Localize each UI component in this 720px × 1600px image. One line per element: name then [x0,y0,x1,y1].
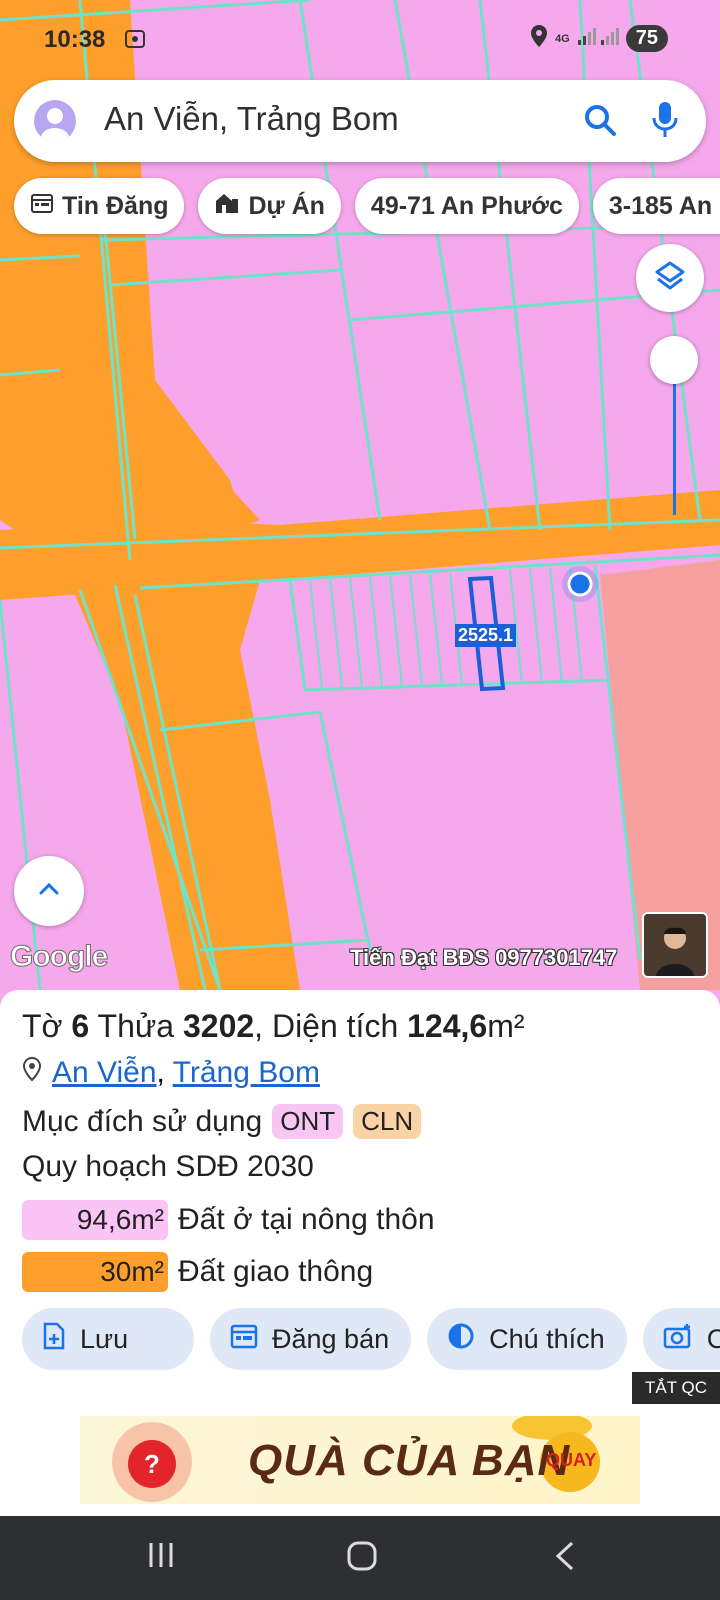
action-label: Đăng bán [272,1323,390,1354]
recent-apps-button[interactable] [146,1540,176,1575]
screen-record-icon [124,28,146,55]
chip-address-2[interactable]: 3-185 An P [592,178,720,234]
clock: 10:38 [44,26,106,53]
expand-panel-button[interactable] [14,856,84,926]
legend-label: Đất giao thông [178,1255,374,1288]
building-icon [214,191,240,222]
agent-photo[interactable] [642,912,708,978]
parcel-title: Tờ 6 Thửa 3202, Diện tích 124,6m² [22,1008,525,1045]
layers-icon [654,260,686,297]
legend-swatch-value: 30m² [22,1252,168,1292]
current-location-dot [567,571,593,597]
chip-address-1[interactable]: 49-71 An Phước [354,178,579,234]
action-label: Chú thích [489,1323,605,1354]
search-bar[interactable]: An Viễn, Trảng Bom [14,80,706,162]
action-buttons: Lưu Đăng bán Chú thích C [22,1308,720,1370]
search-input[interactable]: An Viễn, Trảng Bom [104,100,399,138]
network-type: 4G [555,32,570,45]
chip-label: Tin Đăng [62,191,169,220]
status-bar: 10:38 4G 75 [0,0,720,78]
battery-indicator: 75 [625,25,668,52]
google-attribution: Google [9,940,108,974]
opacity-slider-thumb[interactable] [650,336,698,384]
save-icon [42,1322,66,1357]
chip-label: Dự Án [248,191,325,220]
title-prefix: Tờ [22,1008,63,1044]
search-icon[interactable] [582,102,618,143]
back-button[interactable] [552,1540,578,1577]
filter-chips: Tin Đăng Dự Án 49-71 An Phước 3-185 An P [14,178,720,234]
action-label: Lưu [80,1323,129,1354]
action-label: C [706,1323,720,1354]
camera-button[interactable]: C [642,1308,720,1370]
svg-text:?: ? [144,1449,160,1479]
legend-button[interactable]: Chú thích [427,1308,627,1370]
ad-badge: QUAY [546,1450,597,1470]
purpose-tag-cln: CLN [353,1104,422,1139]
save-button[interactable]: Lưu [22,1308,194,1370]
chip-du-an[interactable]: Dự Án [198,178,341,234]
agent-watermark: Tiến Đạt BĐS 0977301747 [350,945,618,970]
system-nav-bar [0,1516,720,1600]
ad-text: QUÀ CỦA BẠN [248,1436,571,1485]
mic-icon[interactable] [650,100,680,145]
chip-label: 49-71 An Phước [370,191,563,220]
location-separator: , [156,1056,165,1089]
post-for-sale-button[interactable]: Đăng bán [210,1308,412,1370]
purpose-tag-ont: ONT [272,1104,344,1139]
legend-label: Đất ở tại nông thôn [178,1203,435,1236]
contrast-icon [447,1322,475,1357]
camera-icon [663,1322,693,1357]
area-label: , Diện tích [254,1008,399,1044]
chevron-up-icon [37,881,61,902]
title-mid: Thửa [97,1008,175,1044]
home-button[interactable] [346,1540,378,1577]
district-link[interactable]: Trảng Bom [173,1056,320,1089]
layers-button[interactable] [636,244,704,312]
chip-label: 3-185 An P [608,191,720,220]
sheet-number: 6 [71,1008,90,1044]
purpose-label: Mục đích sử dụng [22,1104,263,1138]
legend-row-transport: 30m² Đất giao thông [22,1252,373,1292]
plot-number-label: 2525.1 [455,624,517,647]
plan-label: Quy hoạch SDĐ 2030 [22,1150,314,1183]
ad-banner[interactable]: ? QUÀ CỦA BẠN QUAY [80,1416,640,1504]
parcel-location: An Viễn, Trảng Bom [22,1056,320,1090]
commune-link[interactable]: An Viễn [52,1056,157,1089]
area-value: 124,6 [407,1008,488,1044]
parcel-number: 3202 [182,1008,255,1044]
legend-row-residential: 94,6m² Đất ở tại nông thôn [22,1200,435,1240]
location-pin-icon [22,1056,42,1090]
area-unit: m² [487,1008,525,1044]
legend-swatch-value: 94,6m² [22,1200,168,1240]
calendar-icon [30,191,54,222]
location-pin-icon [529,24,549,53]
signal-icon [576,25,620,52]
account-avatar[interactable] [34,100,76,142]
close-ad-button[interactable]: TẮT QC [632,1372,720,1404]
chip-tin-dang[interactable]: Tin Đăng [14,178,185,234]
calendar-icon [230,1323,258,1356]
land-use-purpose: Mục đích sử dụng ONT CLN [22,1104,422,1139]
